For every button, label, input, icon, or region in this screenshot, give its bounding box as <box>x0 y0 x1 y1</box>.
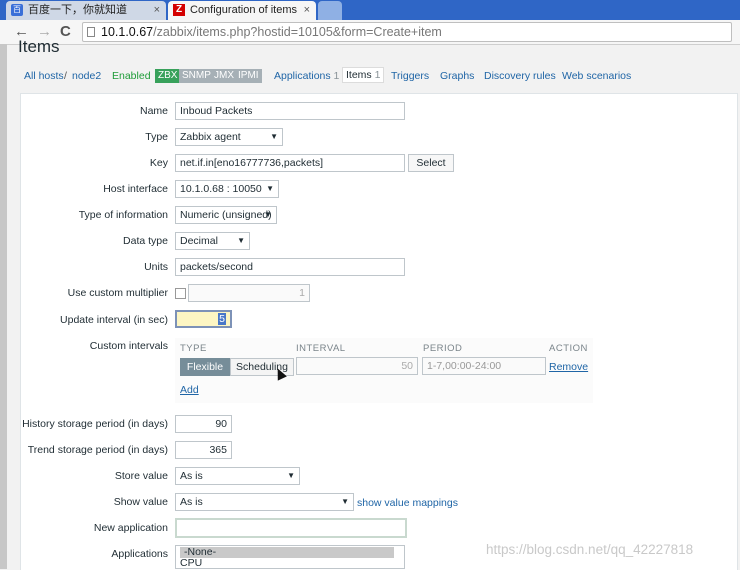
key-input[interactable]: net.if.in[eno16777736,packets] <box>175 154 405 172</box>
discovery-rules-link[interactable]: Discovery rules <box>484 69 556 83</box>
close-icon[interactable]: × <box>304 1 310 20</box>
applications-link[interactable]: Applications 1 <box>274 69 339 83</box>
address-bar: ← → C 10.1.0.67/zabbix/items.php?hostid=… <box>0 20 740 45</box>
host-interface-select[interactable]: 10.1.0.68 : 10050 ▼ <box>175 180 279 198</box>
ipmi-badge: IPMI <box>235 69 262 83</box>
watermark-text: https://blog.csdn.net/qq_42227818 <box>486 542 694 557</box>
type-of-information-label: Type of information <box>78 209 168 221</box>
period-column-header: PERIOD <box>423 343 463 354</box>
page-title: Items <box>18 37 60 56</box>
action-column-header: ACTION <box>549 343 588 354</box>
dropdown-arrow-icon: ▼ <box>341 497 349 506</box>
store-value-select[interactable]: As is ▼ <box>175 467 300 485</box>
new-application-label: New application <box>93 522 168 534</box>
trend-input[interactable]: 365 <box>175 441 232 459</box>
data-type-select[interactable]: Decimal ▼ <box>175 232 250 250</box>
all-hosts-link[interactable]: All hosts <box>24 69 64 83</box>
interval-column-header: INTERVAL <box>296 343 346 354</box>
tab-title: 百度一下，你就知道 <box>28 4 127 16</box>
show-value-mappings-link[interactable]: show value mappings <box>357 497 458 509</box>
list-item[interactable]: CPU <box>176 558 404 569</box>
zbx-badge: ZBX <box>155 69 181 83</box>
baidu-favicon-icon: 百 <box>11 4 23 16</box>
custom-multiplier-input: 1 <box>188 284 310 302</box>
tab-title: Configuration of items <box>190 4 297 16</box>
status-enabled: Enabled <box>112 70 151 82</box>
dropdown-arrow-icon: ▼ <box>287 471 295 480</box>
host-interface-label: Host interface <box>103 183 168 195</box>
type-select[interactable]: Zabbix agent ▼ <box>175 128 283 146</box>
update-interval-label: Update interval (in sec) <box>60 314 168 326</box>
name-input[interactable]: Inboud Packets <box>175 102 405 120</box>
type-column-header: TYPE <box>180 343 207 354</box>
browser-tab-zabbix[interactable]: Z Configuration of items × <box>168 1 316 20</box>
web-scenarios-link[interactable]: Web scenarios <box>562 69 631 83</box>
history-label: History storage period (in days) <box>22 418 168 430</box>
flexible-toggle[interactable]: Flexible <box>180 358 230 376</box>
type-label: Type <box>145 131 168 143</box>
jmx-badge: JMX <box>211 69 237 83</box>
zabbix-favicon-icon: Z <box>173 4 185 16</box>
host-link[interactable]: node2 <box>72 69 101 83</box>
period-input[interactable]: 1-7,00:00-24:00 <box>422 357 546 375</box>
browser-tab-baidu[interactable]: 百 百度一下，你就知道 × <box>6 1 166 20</box>
graphs-link[interactable]: Graphs <box>440 69 474 83</box>
show-value-select[interactable]: As is ▼ <box>175 493 354 511</box>
new-tab-button[interactable] <box>318 1 342 20</box>
type-of-information-select[interactable]: Numeric (unsigned) ▼ <box>175 206 277 224</box>
show-value-label: Show value <box>113 496 168 508</box>
applications-listbox[interactable]: -None- CPU <box>175 545 405 569</box>
reload-icon[interactable]: C <box>60 22 71 42</box>
dropdown-arrow-icon: ▼ <box>237 236 245 245</box>
items-tab[interactable]: Items 1 <box>342 67 385 83</box>
browser-tab-bar: 百 百度一下，你就知道 × Z Configuration of items × <box>0 0 740 20</box>
url-host: 10.1.0.67 <box>101 25 154 39</box>
dropdown-arrow-icon: ▼ <box>270 132 278 141</box>
custom-intervals-label: Custom intervals <box>89 340 168 352</box>
store-value-label: Store value <box>114 470 168 482</box>
list-item[interactable]: -None- <box>180 547 394 558</box>
history-input[interactable]: 90 <box>175 415 232 433</box>
key-label: Key <box>149 157 168 169</box>
units-input[interactable]: packets/second <box>175 258 405 276</box>
data-type-label: Data type <box>123 235 168 247</box>
trend-label: Trend storage period (in days) <box>27 444 168 456</box>
breadcrumb-separator: / <box>64 70 67 82</box>
add-interval-link[interactable]: Add <box>180 384 199 396</box>
url-input[interactable]: 10.1.0.67/zabbix/items.php?hostid=10105&… <box>82 22 732 42</box>
units-label: Units <box>144 261 168 273</box>
dropdown-arrow-icon: ▼ <box>266 184 274 193</box>
dropdown-arrow-icon: ▼ <box>264 210 272 219</box>
triggers-link[interactable]: Triggers <box>391 69 429 83</box>
url-path: /zabbix/items.php?hostid=10105&form=Crea… <box>153 25 442 39</box>
custom-multiplier-checkbox[interactable] <box>175 288 186 299</box>
update-interval-input[interactable]: 5 <box>175 310 232 328</box>
close-icon[interactable]: × <box>154 1 160 20</box>
snmp-badge: SNMP <box>179 69 214 83</box>
new-application-input[interactable] <box>175 518 407 538</box>
applications-label: Applications <box>111 548 168 560</box>
left-border <box>0 44 7 569</box>
key-select-button[interactable]: Select <box>408 154 454 172</box>
remove-interval-link[interactable]: Remove <box>549 361 588 373</box>
page-icon <box>87 27 95 37</box>
interval-input[interactable]: 50 <box>296 357 418 375</box>
name-label: Name <box>139 105 168 117</box>
custom-multiplier-label: Use custom multiplier <box>67 287 168 299</box>
